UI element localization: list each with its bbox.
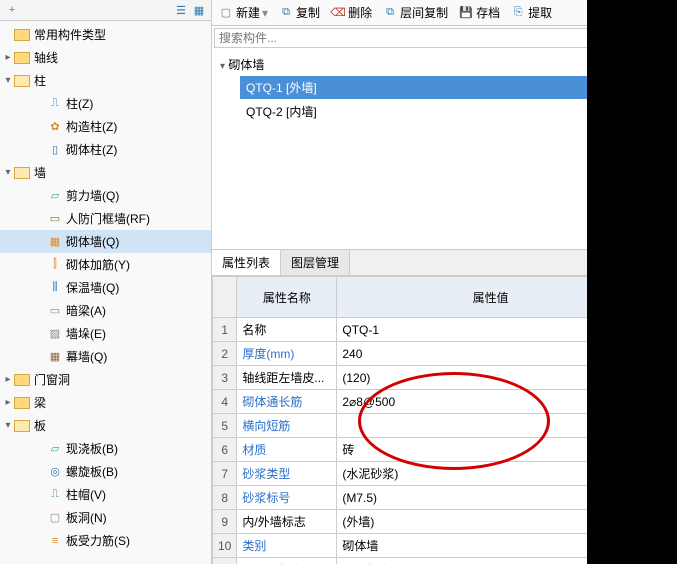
component-icon: ▯ (48, 143, 62, 157)
layer-copy-icon: ⧉ (382, 5, 398, 21)
delete-icon: ⌫ (330, 5, 346, 21)
component-icon: ◎ (48, 465, 62, 479)
component-icon: ⎍ (48, 97, 62, 111)
component-icon: ▨ (48, 327, 62, 341)
save-icon: 💾 (458, 5, 474, 21)
tab-layers[interactable]: 图层管理 (281, 250, 350, 275)
prop-name[interactable]: 名称 (237, 318, 337, 342)
tree-column[interactable]: ▾柱 (0, 69, 211, 92)
component-icon: ▭ (48, 304, 62, 318)
extract-button[interactable]: ⎘提取 (506, 2, 556, 23)
prop-name[interactable]: 砂浆标号 (237, 486, 337, 510)
layer-copy-button[interactable]: ⧉层间复制 (378, 2, 452, 23)
new-button[interactable]: ▢新建 ▾ (214, 2, 272, 23)
extract-icon: ⎘ (510, 5, 526, 21)
component-icon: ▱ (48, 442, 62, 456)
component-icon: ✿ (48, 120, 62, 134)
prop-name[interactable]: 轴线距左墙皮... (237, 366, 337, 390)
component-icon: ▢ (48, 511, 62, 525)
tree-leaf[interactable]: ▱现浇板(B) (0, 437, 211, 460)
tree-leaf[interactable]: ▦幕墙(Q) (0, 345, 211, 368)
component-icon: ⫼ (48, 281, 62, 295)
component-tree: 常用构件类型 ▸轴线 ▾柱 ⎍柱(Z)✿构造柱(Z)▯砌体柱(Z) ▾墙 ▱剪力… (0, 21, 211, 554)
tree-leaf[interactable]: ≡板受力筋(S) (0, 529, 211, 552)
tree-common[interactable]: 常用构件类型 (0, 23, 211, 46)
component-icon: ▦ (48, 350, 62, 364)
tree-leaf[interactable]: ◎螺旋板(B) (0, 460, 211, 483)
component-icon: ⎍ (48, 488, 62, 502)
tree-leaf[interactable]: ▯砌体柱(Z) (0, 138, 211, 161)
tree-leaf[interactable]: ▭暗梁(A) (0, 299, 211, 322)
component-icon: ▱ (48, 189, 62, 203)
tree-leaf[interactable]: ▭人防门框墙(RF) (0, 207, 211, 230)
prop-name[interactable]: 材质 (237, 438, 337, 462)
prop-name[interactable]: 砌体通长筋 (237, 390, 337, 414)
new-icon: ▢ (218, 5, 234, 21)
tab-properties[interactable]: 属性列表 (212, 250, 281, 275)
tree-leaf[interactable]: ▨墙垛(E) (0, 322, 211, 345)
prop-name[interactable]: 砂浆类型 (237, 462, 337, 486)
black-area (587, 0, 677, 564)
tree-leaf[interactable]: ⎍柱帽(V) (0, 483, 211, 506)
tree-beam[interactable]: ▸梁 (0, 391, 211, 414)
prop-name[interactable]: 横向短筋 (237, 414, 337, 438)
tree-leaf[interactable]: ⫿砌体加筋(Y) (0, 253, 211, 276)
tree-leaf[interactable]: ▱剪力墙(Q) (0, 184, 211, 207)
tree-opening[interactable]: ▸门窗洞 (0, 368, 211, 391)
prop-name[interactable]: 起点顶标高(m) (237, 558, 337, 564)
tree-wall[interactable]: ▾墙 (0, 161, 211, 184)
prop-name[interactable]: 类别 (237, 534, 337, 558)
component-icon: ≡ (48, 534, 62, 548)
col-name: 属性名称 (237, 277, 337, 318)
tree-slab[interactable]: ▾板 (0, 414, 211, 437)
tree-axis[interactable]: ▸轴线 (0, 46, 211, 69)
prop-name[interactable]: 内/外墙标志 (237, 510, 337, 534)
component-icon: ⫿ (48, 258, 62, 272)
prop-name[interactable]: 厚度(mm) (237, 342, 337, 366)
list-icon[interactable]: ☰ (173, 2, 189, 18)
grid-icon[interactable]: ▦ (191, 2, 207, 18)
tree-leaf[interactable]: ▦砌体墙(Q) (0, 230, 211, 253)
add-icon[interactable]: + (4, 2, 20, 18)
tree-leaf[interactable]: ✿构造柱(Z) (0, 115, 211, 138)
tree-leaf[interactable]: ▢板洞(N) (0, 506, 211, 529)
tree-leaf[interactable]: ⎍柱(Z) (0, 92, 211, 115)
component-icon: ▦ (48, 235, 62, 249)
tree-leaf[interactable]: ⫼保温墙(Q) (0, 276, 211, 299)
copy-icon: ⧉ (278, 5, 294, 21)
component-icon: ▭ (48, 212, 62, 226)
copy-button[interactable]: ⧉复制 (274, 2, 324, 23)
save-button[interactable]: 💾存档 (454, 2, 504, 23)
delete-button[interactable]: ⌫删除 (326, 2, 376, 23)
